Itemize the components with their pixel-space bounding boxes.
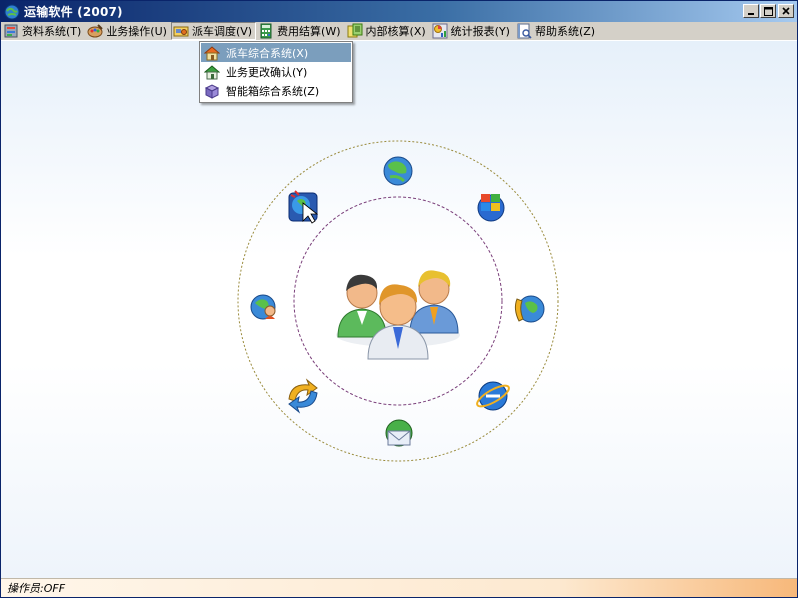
dropdown-item-label: 业务更改确认(Y) [226, 65, 308, 79]
menu-label: 业务操作(U) [106, 25, 167, 38]
menu-internal-accounting[interactable]: 内部核算(X) [345, 22, 430, 40]
minimize-button[interactable] [743, 4, 759, 18]
mail-globe-icon[interactable] [385, 419, 413, 447]
palette-icon [87, 24, 104, 38]
orbit-diagram [237, 140, 559, 462]
operator-status: 操作员:OFF [7, 582, 66, 595]
dropdown-item-business-change-confirm[interactable]: 业务更改确认(Y) [201, 62, 351, 81]
report-icon [432, 23, 448, 39]
globe-phone-icon[interactable] [514, 295, 545, 323]
internet-explorer-icon[interactable] [474, 381, 511, 411]
close-button[interactable] [778, 4, 794, 18]
menu-help-system[interactable]: 帮助系统(Z) [514, 22, 599, 40]
dropdown-item-label: 派车综合系统(X) [226, 46, 309, 60]
window-title: 运输软件 (2007) [24, 5, 123, 19]
title-bar[interactable]: 运输软件 (2007) [1, 1, 797, 22]
minimize-icon [748, 13, 754, 15]
menu-statistics-report[interactable]: 统计报表(Y) [430, 22, 514, 40]
dropdown-item-smart-box-system[interactable]: 智能箱综合系统(Z) [201, 81, 351, 100]
menu-label: 资料系统(T) [22, 25, 82, 38]
menu-fee-settlement[interactable]: 费用结算(W) [256, 22, 344, 40]
dropdown-item-dispatch-system[interactable]: 派车综合系统(X) [201, 43, 351, 62]
app-icon [4, 4, 20, 19]
menu-business-ops[interactable]: 业务操作(U) [85, 22, 171, 40]
main-window: 运输软件 (2007) 资料系统(T) 业务操作(U) 派车调度(V) 费用结算… [0, 0, 798, 598]
menu-bar: 资料系统(T) 业务操作(U) 派车调度(V) 费用结算(W) 内部核算(X) … [1, 22, 797, 41]
help-book-icon [517, 23, 532, 39]
status-bar: 操作员:OFF [1, 578, 797, 597]
truck-icon [173, 26, 189, 37]
maximize-icon [763, 6, 773, 16]
cursor-globe-icon[interactable] [288, 190, 319, 224]
ledger-icon [347, 23, 363, 38]
network-user-icon[interactable] [250, 294, 276, 320]
menu-dispatch[interactable]: 派车调度(V) [170, 22, 257, 40]
refresh-arrows-icon[interactable] [288, 378, 318, 414]
calculator-icon [260, 23, 272, 39]
main-canvas [1, 41, 797, 578]
menu-data-system[interactable]: 资料系统(T) [1, 22, 85, 40]
menu-label: 统计报表(Y) [450, 25, 510, 38]
menu-label: 派车调度(V) [191, 25, 253, 38]
menu-label: 内部核算(X) [365, 25, 426, 38]
dropdown-item-label: 智能箱综合系统(Z) [226, 84, 320, 98]
windows-logo-icon[interactable] [477, 194, 505, 222]
home-green-icon [204, 64, 220, 79]
globe-icon[interactable] [383, 156, 413, 186]
menu-label: 帮助系统(Z) [534, 25, 596, 38]
dispatch-dropdown-menu: 派车综合系统(X) 业务更改确认(Y) 智能箱综合系统(Z) [199, 41, 353, 103]
maximize-button[interactable] [760, 4, 776, 18]
menu-label: 费用结算(W) [277, 25, 341, 38]
database-icon [4, 24, 18, 38]
home-icon [204, 45, 220, 60]
users-group-icon[interactable] [336, 270, 460, 360]
close-icon [782, 7, 790, 15]
box-icon [204, 83, 220, 99]
